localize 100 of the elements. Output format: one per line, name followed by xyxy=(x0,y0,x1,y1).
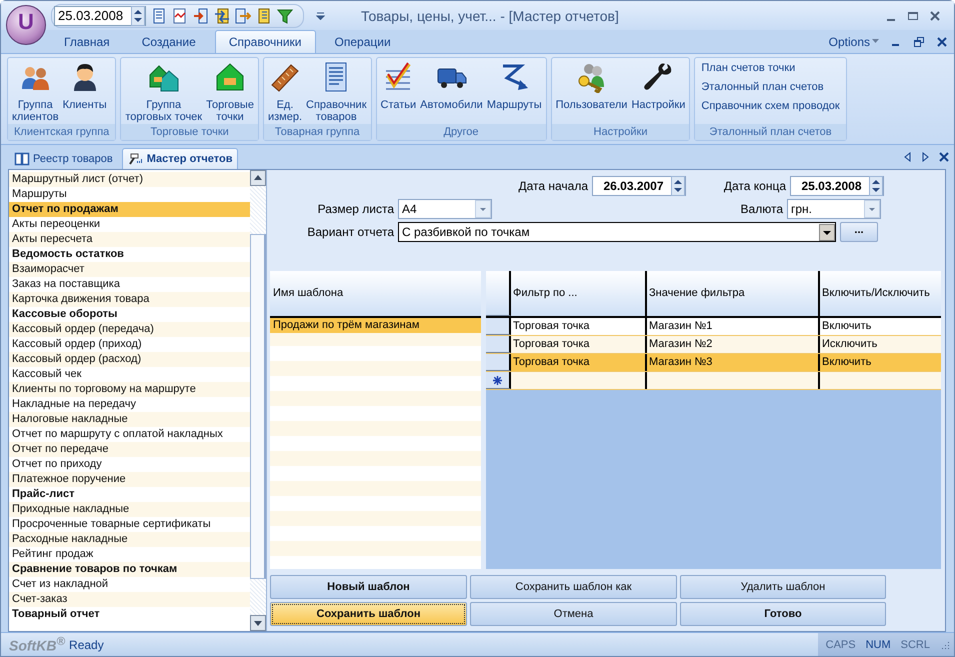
status-text: Ready xyxy=(69,638,104,652)
report-item[interactable]: Отчет по приходу xyxy=(9,457,250,472)
table-row[interactable]: Продажи по трём магазинам xyxy=(270,318,481,333)
ribbon-tab[interactable]: Главная xyxy=(51,31,123,53)
report-item[interactable]: Маршрутный лист (отчет) xyxy=(9,172,250,187)
report-item[interactable]: Прайс-лист xyxy=(9,487,250,502)
action-button[interactable]: Готово xyxy=(680,602,886,626)
report-item[interactable]: Сравнение товаров по точкам xyxy=(9,562,250,577)
grid-row[interactable]: Торговая точка Магазин №1 Включить xyxy=(486,318,941,336)
scrollbar[interactable] xyxy=(250,170,266,631)
dropdown-field[interactable]: грн. xyxy=(787,199,881,219)
date-field[interactable]: 25.03.2008 xyxy=(790,176,884,196)
action-button[interactable]: Отмена xyxy=(470,602,677,626)
report-item[interactable]: Заказ на поставщика xyxy=(9,277,250,292)
document-tab[interactable]: Реестр товаров xyxy=(9,149,118,169)
swap-icon[interactable] xyxy=(214,8,230,24)
scroll-right-icon[interactable] xyxy=(921,152,930,162)
table-cell-text: Исключить xyxy=(821,337,878,352)
report-item[interactable]: Приходные накладные xyxy=(9,502,250,517)
report-item[interactable]: Взаиморасчет xyxy=(9,262,250,277)
scroll-up-icon[interactable] xyxy=(250,170,266,186)
ribbon-button[interactable]: Группа торговых точек xyxy=(123,58,204,123)
grid-row[interactable]: Торговая точка Магазин №2 Исключить xyxy=(486,336,941,354)
grid-row[interactable]: Торговая точка Магазин №3 Включить xyxy=(486,354,941,372)
options-menu[interactable]: Options xyxy=(828,34,879,48)
action-button[interactable]: Новый шаблон xyxy=(270,575,467,599)
spinner-icon[interactable] xyxy=(671,176,685,196)
scroll-down-icon[interactable] xyxy=(250,615,266,631)
report-item[interactable]: Расходные накладные xyxy=(9,532,250,547)
report-item[interactable]: Платежное поручение xyxy=(9,472,250,487)
ribbon-tab[interactable]: Справочники xyxy=(214,30,316,53)
group-label: Эталонный план счетов xyxy=(695,124,846,140)
ribbon-button[interactable]: Торговые точки xyxy=(204,58,256,123)
report-item[interactable]: Товарный отчет xyxy=(9,607,250,622)
report-item[interactable]: Отчет по маршруту с оплатой накладных xyxy=(9,427,250,442)
date-value: 25.03.2008 xyxy=(57,8,124,23)
scroll-thumb[interactable] xyxy=(250,234,266,579)
customize-menu-icon[interactable] xyxy=(316,12,325,20)
field-label: Дата конца xyxy=(722,179,786,193)
new-row-icon xyxy=(493,376,502,384)
report-item[interactable]: Акты пересчета xyxy=(9,232,250,247)
field-label: Вариант отчета xyxy=(306,225,394,239)
ribbon-link[interactable]: Справочник схем проводок xyxy=(701,100,840,112)
numbered-list-icon[interactable] xyxy=(256,8,272,24)
report-item[interactable]: Кассовый чек xyxy=(9,367,250,382)
ribbon-tab[interactable]: Операции xyxy=(322,31,404,53)
chart-document-icon[interactable] xyxy=(172,8,188,24)
list-icon[interactable] xyxy=(151,8,167,24)
date-field[interactable]: 26.03.2007 xyxy=(592,176,686,196)
report-item[interactable]: Ведомость остатков xyxy=(9,247,250,262)
spinner-icon[interactable] xyxy=(131,6,145,26)
dropdown-field[interactable]: A4 xyxy=(398,199,492,219)
report-item[interactable]: Кассовые обороты xyxy=(9,307,250,322)
ribbon-button[interactable]: Автомобили xyxy=(418,58,485,111)
filter-icon[interactable] xyxy=(277,8,293,24)
report-item[interactable]: Маршруты xyxy=(9,187,250,202)
ribbon-tab[interactable]: Создание xyxy=(128,31,209,53)
report-item[interactable]: Кассовый ордер (приход) xyxy=(9,337,250,352)
spinner-icon[interactable] xyxy=(869,176,883,196)
ribbon-button[interactable]: Справочник товаров xyxy=(304,58,369,123)
report-item[interactable]: Налоговые накладные xyxy=(9,412,250,427)
field-label: Валюта xyxy=(740,202,783,216)
report-item[interactable]: Отчет по передаче xyxy=(9,442,250,457)
report-item[interactable]: Счет-заказ xyxy=(9,592,250,607)
close-icon[interactable] xyxy=(928,8,942,22)
document-tab[interactable]: Мастер отчетов xyxy=(122,148,238,169)
ribbon-button[interactable]: Статьи xyxy=(378,58,418,111)
report-item[interactable]: Рейтинг продаж xyxy=(9,547,250,562)
window-title: Товары, цены, учет... - [Мастер отчетов] xyxy=(361,8,620,24)
column-header: Значение фильтра xyxy=(647,271,820,316)
report-item[interactable]: Просроченные товарные сертификаты xyxy=(9,517,250,532)
ribbon-link[interactable]: План счетов точки xyxy=(701,62,796,74)
ribbon-button[interactable]: Пользователи xyxy=(554,58,630,111)
ribbon-button[interactable]: Маршруты xyxy=(484,58,544,111)
report-item[interactable]: Акты переоценки xyxy=(9,217,250,232)
ribbon-button[interactable]: Группа клиентов xyxy=(10,58,61,123)
report-item[interactable]: Счет из накладной xyxy=(9,577,250,592)
scroll-left-icon[interactable] xyxy=(903,152,912,162)
ribbon-link[interactable]: Эталонный план счетов xyxy=(701,81,824,93)
restore-icon[interactable] xyxy=(913,36,925,48)
browse-button[interactable]: ... xyxy=(840,222,878,242)
action-button[interactable]: Удалить шаблон xyxy=(680,575,886,599)
report-item[interactable]: Клиенты по торговому на маршруте xyxy=(9,382,250,397)
close-icon[interactable] xyxy=(939,152,949,162)
report-item[interactable]: Накладные на передачу xyxy=(9,397,250,412)
report-item[interactable]: Карточка движения товара xyxy=(9,292,250,307)
import-icon[interactable] xyxy=(193,8,209,24)
ribbon-button[interactable]: Настройки xyxy=(629,58,688,111)
export-icon[interactable] xyxy=(235,8,251,24)
report-item[interactable]: Отчет по продажам xyxy=(9,202,250,217)
report-item[interactable]: Кассовый ордер (передача) xyxy=(9,322,250,337)
date-field[interactable]: 25.03.2008 xyxy=(54,6,146,26)
ribbon-button[interactable]: Клиенты xyxy=(60,58,109,111)
ribbon-button[interactable]: Ед. измер. xyxy=(266,58,304,123)
action-button[interactable]: Сохранить шаблон как xyxy=(470,575,677,599)
action-button[interactable]: Сохранить шаблон xyxy=(270,602,467,626)
dropdown-field[interactable]: С разбивкой по точкам xyxy=(398,222,836,242)
report-item[interactable]: Кассовый ордер (расход) xyxy=(9,352,250,367)
column-header: Фильтр по ... xyxy=(511,271,647,316)
close-icon[interactable] xyxy=(936,36,948,48)
